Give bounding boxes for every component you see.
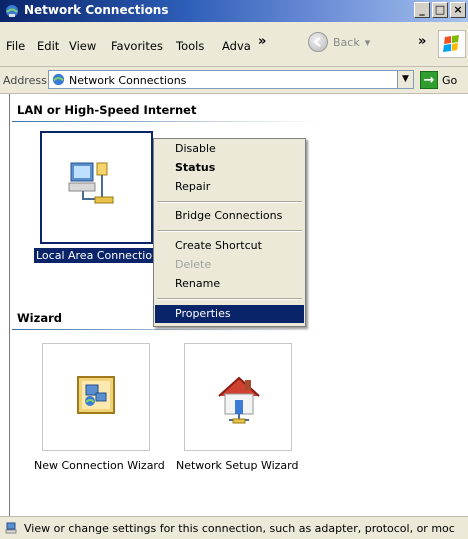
back-arrow-icon <box>308 32 328 52</box>
menu-tools[interactable]: Tools <box>176 39 204 53</box>
group-divider-wizard <box>12 329 324 330</box>
menu-edit[interactable]: Edit <box>37 39 59 53</box>
context-menu-status[interactable]: Status <box>155 159 304 177</box>
go-arrow-icon: → <box>420 71 438 89</box>
menu-file[interactable]: File <box>6 39 25 53</box>
go-button[interactable]: → Go <box>420 71 457 89</box>
network-setup-wizard-tile[interactable] <box>184 343 292 451</box>
back-label: Back <box>333 35 360 49</box>
context-menu-repair[interactable]: Repair <box>155 178 304 196</box>
network-connections-icon <box>52 73 65 86</box>
address-field[interactable]: Network Connections ▼ <box>48 70 414 89</box>
local-area-connection-label[interactable]: Local Area Connection <box>34 248 162 263</box>
context-menu: Disable Status Repair Bridge Connections… <box>153 138 306 327</box>
context-menu-separator <box>157 230 302 232</box>
network-adapter-icon <box>5 522 17 534</box>
local-area-connection-tile[interactable] <box>40 131 153 244</box>
status-bar: View or change settings for this connect… <box>0 516 468 539</box>
context-menu-properties[interactable]: Properties <box>155 305 304 323</box>
new-connection-wizard-tile[interactable] <box>42 343 150 451</box>
maximize-button[interactable]: □ <box>432 2 448 18</box>
group-header-wizard: Wizard <box>17 311 62 325</box>
house-network-icon <box>218 376 260 424</box>
context-menu-delete: Delete <box>175 258 212 271</box>
group-divider-lan <box>12 121 324 122</box>
context-menu-disable[interactable]: Disable <box>155 140 304 158</box>
context-menu-rename[interactable]: Rename <box>155 275 304 293</box>
window-title: Network Connections <box>24 3 169 17</box>
new-connection-wizard-icon <box>77 376 115 414</box>
context-menu-separator <box>157 201 302 203</box>
menu-view[interactable]: View <box>69 39 96 53</box>
back-button[interactable]: Back ▾ <box>308 32 370 52</box>
address-value: Network Connections <box>69 74 187 87</box>
toolbar-chevron[interactable]: » <box>418 34 426 49</box>
context-menu-create-shortcut[interactable]: Create Shortcut <box>155 237 304 255</box>
title-bar: Network Connections _ □ × <box>0 0 468 22</box>
content-left-border <box>9 94 10 516</box>
group-header-lan: LAN or High-Speed Internet <box>17 103 197 117</box>
address-label: Address <box>3 74 47 87</box>
minimize-button[interactable]: _ <box>414 2 430 18</box>
network-setup-wizard-label[interactable]: Network Setup Wizard <box>176 459 298 472</box>
context-menu-separator <box>157 298 302 300</box>
menu-favorites[interactable]: Favorites <box>111 39 163 53</box>
back-dropdown-icon: ▾ <box>364 35 371 49</box>
status-text: View or change settings for this connect… <box>24 522 455 535</box>
menu-advanced[interactable]: Adva <box>222 39 251 53</box>
menu-chevron[interactable]: » <box>258 34 266 49</box>
address-dropdown-icon[interactable]: ▼ <box>397 71 413 88</box>
new-connection-wizard-label[interactable]: New Connection Wizard <box>34 459 165 472</box>
windows-logo-icon <box>438 30 466 58</box>
menu-bar: File Edit View Favorites Tools Adva » Ba… <box>0 22 468 67</box>
go-label: Go <box>442 73 458 87</box>
window-controls: _ □ × <box>414 2 466 18</box>
address-bar: Address Network Connections ▼ → Go <box>0 67 468 94</box>
network-adapter-icon <box>68 162 114 204</box>
network-connections-icon <box>6 5 18 17</box>
close-button[interactable]: × <box>450 2 466 18</box>
context-menu-bridge-connections[interactable]: Bridge Connections <box>155 207 304 225</box>
